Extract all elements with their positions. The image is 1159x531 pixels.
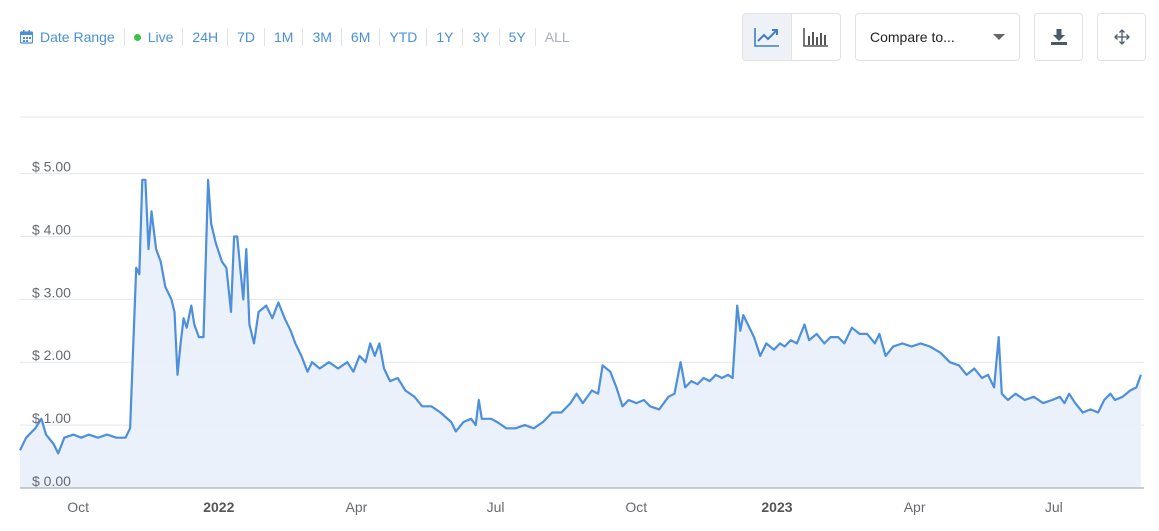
x-tick-label: Jul — [487, 499, 505, 515]
x-tick-label: Oct — [67, 499, 89, 515]
x-tick-label: Apr — [904, 499, 926, 515]
y-tick-label: $ 1.00 — [32, 410, 71, 426]
x-tick-label: Oct — [625, 499, 647, 515]
x-tick-label: 2023 — [761, 499, 792, 515]
x-tick-label: 2022 — [203, 499, 234, 515]
y-tick-label: $ 5.00 — [32, 159, 71, 175]
price-chart[interactable]: $ 0.00 $ 1.00 $ 2.00 $ 3.00 $ 4.00 $ 5.00 Oct… — [0, 0, 1159, 531]
x-tick-label: Apr — [346, 499, 368, 515]
y-tick-label: $ 3.00 — [32, 284, 71, 300]
x-tick-label: Jul — [1045, 499, 1063, 515]
y-tick-label: $ 4.00 — [32, 221, 71, 237]
series-area — [20, 179, 1141, 488]
y-tick-label: $ 2.00 — [32, 347, 71, 363]
x-axis-labels: Oct 2022 Apr Jul Oct 2023 Apr Jul — [67, 499, 1063, 515]
y-tick-label: $ 0.00 — [32, 473, 71, 489]
